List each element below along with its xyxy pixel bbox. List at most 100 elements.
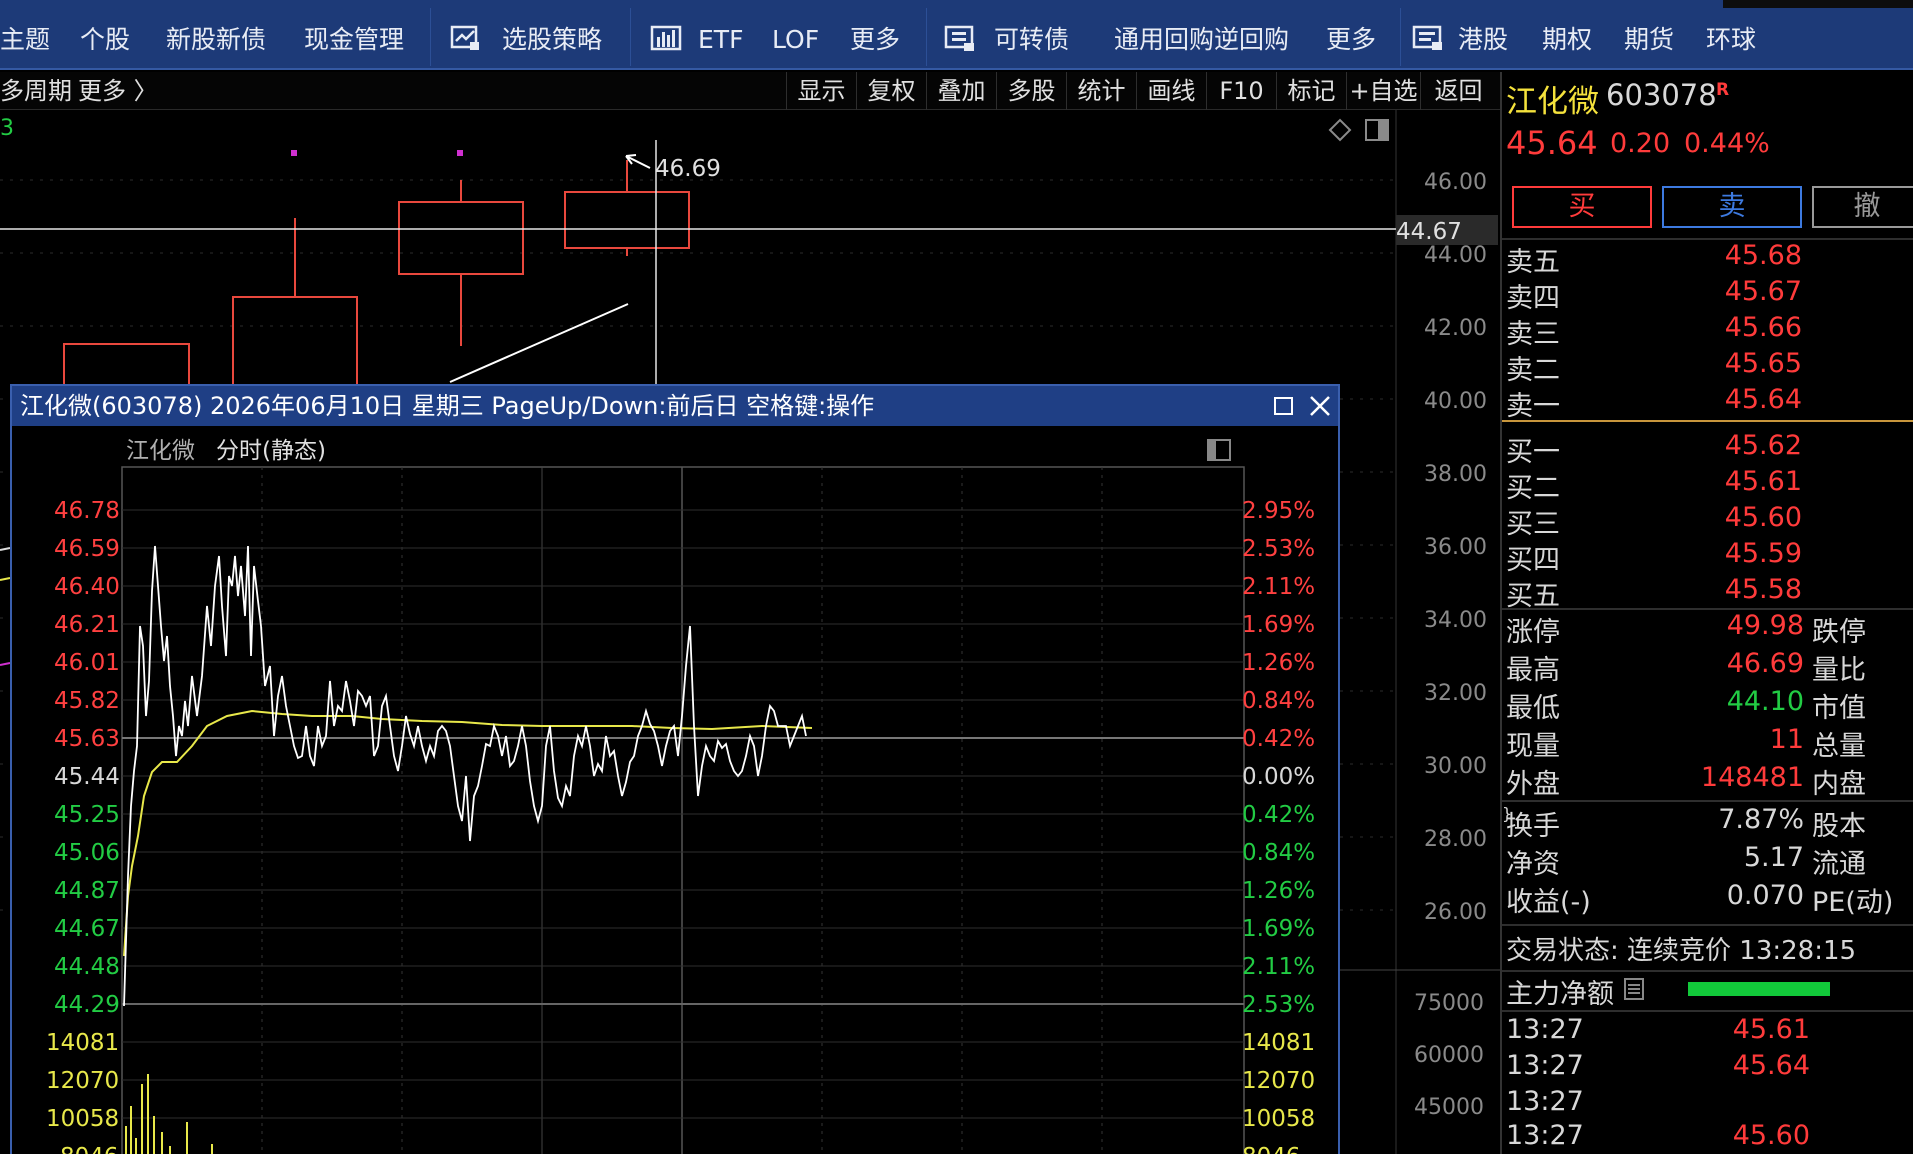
volume-tick: 60000 xyxy=(1414,1043,1484,1068)
event-marker xyxy=(291,150,297,156)
popup-title-text: 江化微(603078) 2026年06月10日 星期三 PageUp/Down:… xyxy=(20,392,875,420)
panel-toggle-icon[interactable] xyxy=(1365,119,1389,141)
price-level-label: 45.82 xyxy=(54,688,120,714)
etf-chart-icon[interactable] xyxy=(650,24,682,52)
stat-label-secondary: 跌停 xyxy=(1812,617,1866,648)
f10-button[interactable]: F10 xyxy=(1206,72,1276,110)
current-price: 45.64 xyxy=(1506,124,1598,162)
stat-value: 11 xyxy=(1769,724,1804,755)
nav-item-repo[interactable]: 通用回购逆回购 xyxy=(1114,0,1289,70)
nav-item-global[interactable]: 环球 xyxy=(1706,0,1756,70)
pct-level-label: 0.00% xyxy=(1242,764,1315,790)
trading-status: 交易状态: 连续竞价 13:28:15 xyxy=(1506,936,1857,966)
nav-item-new-stock-bond[interactable]: 新股新债 xyxy=(166,0,266,70)
convertible-bond-icon[interactable] xyxy=(944,24,976,52)
pct-level-label: 2.11% xyxy=(1242,954,1315,980)
hk-stock-icon[interactable] xyxy=(1412,24,1444,52)
stock-code: 603078 xyxy=(1606,78,1717,112)
diamond-icon[interactable] xyxy=(1328,118,1352,142)
strategy-icon[interactable] xyxy=(450,24,482,52)
buy-button[interactable]: 买 xyxy=(1512,186,1652,228)
price-tick: 32.00 xyxy=(1424,681,1487,706)
display-button[interactable]: 显示 xyxy=(786,72,856,110)
top-indicator-value: 3 xyxy=(0,116,14,141)
back-button[interactable]: 返回 xyxy=(1420,72,1496,110)
nav-item-theme[interactable]: 主题 xyxy=(0,0,50,70)
nav-separator xyxy=(430,8,431,66)
adjust-button[interactable]: 复权 xyxy=(856,72,926,110)
chart-layout-icon[interactable] xyxy=(1207,439,1231,461)
nav-item-options[interactable]: 期权 xyxy=(1542,0,1592,70)
volume-level-label: 8046 xyxy=(1242,1144,1301,1154)
volume-level-label: 14081 xyxy=(46,1030,119,1056)
maximize-icon[interactable] xyxy=(1270,392,1298,420)
trend-line xyxy=(449,303,629,383)
ma-line-fragment xyxy=(0,577,11,581)
volume-level-label: 10058 xyxy=(1242,1106,1315,1132)
nav-item-strategy[interactable]: 选股策略 xyxy=(502,0,602,70)
intraday-popup-window[interactable]: 江化微(603078) 2026年06月10日 星期三 PageUp/Down:… xyxy=(10,384,1340,1154)
multi-stock-button[interactable]: 多股 xyxy=(996,72,1066,110)
tick-price: 45.60 xyxy=(1732,1120,1810,1151)
main-flow-label: 主力净额 xyxy=(1506,979,1614,1010)
pct-level-label: 0.84% xyxy=(1242,840,1315,866)
overlay-button[interactable]: 叠加 xyxy=(926,72,996,110)
stat-value: 148481 xyxy=(1700,762,1804,793)
price-tick: 36.00 xyxy=(1424,535,1487,560)
price-level-label: 45.44 xyxy=(54,764,120,790)
nav-separator xyxy=(630,8,631,66)
intraday-chart[interactable]: 江化微 分时(静态) 46.78 46.59 46.40 46.21 46.01… xyxy=(12,426,1338,1154)
price-axis: 46.00 44.00 42.00 40.00 38.00 36.00 34.0… xyxy=(1424,170,1487,925)
nav-item-more-1[interactable]: 更多 xyxy=(850,0,900,70)
price-tick: 26.00 xyxy=(1424,900,1487,925)
pct-level-label: 0.84% xyxy=(1242,688,1315,714)
multi-period-button[interactable]: 多周期 xyxy=(0,72,72,110)
stat-value: 49.98 xyxy=(1726,610,1804,641)
fund-value: 5.17 xyxy=(1743,842,1804,873)
panel-divider xyxy=(1502,800,1913,802)
tick-price: 45.61 xyxy=(1732,1014,1810,1045)
draw-line-button[interactable]: 画线 xyxy=(1136,72,1206,110)
top-navigation-bar: 主题 个股 新股新债 现金管理 选股策略 ETF LOF 更多 可转债 通用回购… xyxy=(0,0,1913,70)
cursor-price-label: 44.67 xyxy=(1396,219,1462,245)
price-tick: 42.00 xyxy=(1424,316,1487,341)
popup-title-bar[interactable]: 江化微(603078) 2026年06月10日 星期三 PageUp/Down:… xyxy=(12,386,1338,426)
nav-item-more-2[interactable]: 更多 xyxy=(1326,0,1376,70)
tick-price: 45.64 xyxy=(1732,1050,1810,1081)
nav-item-etf[interactable]: ETF xyxy=(698,0,743,70)
ask-level-price: 45.64 xyxy=(1724,384,1802,415)
sell-button[interactable]: 卖 xyxy=(1662,186,1802,228)
nav-item-stock[interactable]: 个股 xyxy=(80,0,130,70)
ask-level-price: 45.66 xyxy=(1724,312,1802,343)
add-watchlist-button[interactable]: +自选 xyxy=(1346,72,1420,110)
close-icon[interactable] xyxy=(1306,392,1334,420)
chart-frame xyxy=(121,466,1245,1154)
volume-level-label: 10058 xyxy=(46,1106,119,1132)
fund-label-secondary: 流通 xyxy=(1812,849,1866,880)
nav-item-hk-stock[interactable]: 港股 xyxy=(1458,0,1508,70)
bid-ask-divider xyxy=(1502,420,1913,422)
panel-divider xyxy=(1502,924,1913,926)
nav-item-convertible-bond[interactable]: 可转债 xyxy=(994,0,1069,70)
price-level-label: 46.78 xyxy=(54,498,120,524)
price-level-label: 45.63 xyxy=(54,726,120,752)
volume-tick: 45000 xyxy=(1414,1095,1484,1120)
ask-level-price: 45.67 xyxy=(1724,276,1802,307)
nav-item-futures[interactable]: 期货 xyxy=(1624,0,1674,70)
candle xyxy=(398,180,524,346)
price-tick: 28.00 xyxy=(1424,827,1487,852)
cancel-button[interactable]: 撤 xyxy=(1812,186,1913,228)
fundamentals-table: 换手 7.87% 股本 净资 5.17 流通 收益(-) 0.070 PE(动)… xyxy=(1502,804,1894,918)
pct-level-label: 2.53% xyxy=(1242,992,1315,1018)
price-tick: 34.00 xyxy=(1424,608,1487,633)
chart-toolbar: 多周期 更多 〉 显示 复权 叠加 多股 统计 画线 F10 标记 +自选 返回 xyxy=(0,72,1500,110)
mark-button[interactable]: 标记 xyxy=(1276,72,1346,110)
nav-item-cash-management[interactable]: 现金管理 xyxy=(304,0,404,70)
more-period-button[interactable]: 更多 〉 xyxy=(78,72,158,110)
price-level-label: 46.21 xyxy=(54,612,120,638)
statistics-button[interactable]: 统计 xyxy=(1066,72,1136,110)
nav-item-lof[interactable]: LOF xyxy=(772,0,819,70)
list-icon[interactable] xyxy=(1624,978,1644,1000)
price-level-label: 44.67 xyxy=(54,916,120,942)
price-tick: 38.00 xyxy=(1424,462,1487,487)
